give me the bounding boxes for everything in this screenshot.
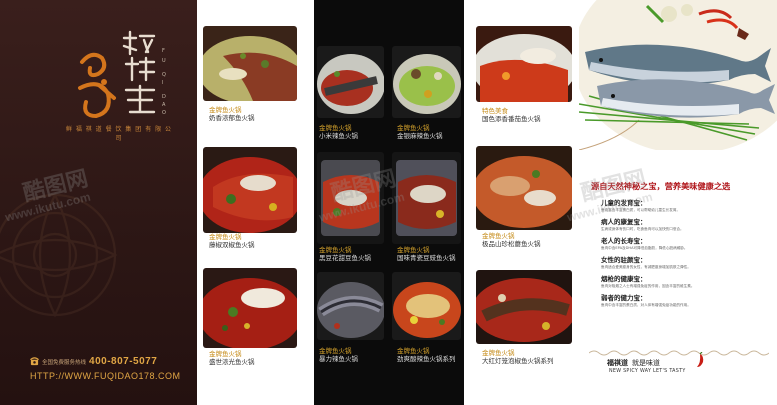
dish-caption: 金牌鱼火锅 劲爽酸辣鱼火锅系列 — [397, 347, 456, 364]
dish-caption: 金牌鱼火锅 奶香浓郁鱼火锅 — [209, 106, 255, 123]
dish-photo — [203, 268, 297, 348]
decorative-flower-pattern — [0, 192, 118, 318]
slogan-brand: 福祺道 — [607, 359, 628, 367]
svg-text:U: U — [162, 58, 166, 64]
dish-caption: 金牌鱼火锅 藤椒双椒鱼火锅 — [209, 233, 255, 250]
chili-icon — [697, 352, 704, 367]
dish-caption: 金牌鱼火锅 小米辣鱼火锅 — [319, 124, 358, 141]
benefit-item: 女性的驻颜宝： 鱼肉适合爱美瘦身的女性，有减肥瘦身增加肌肤之弹性。 — [601, 256, 691, 269]
benefit-item: 弱者的健力宝： 鱼肉中含丰富的蛋白质，对人体有增强免疫功能的作用。 — [601, 294, 691, 307]
dish-caption: 金牌鱼火锅 大红灯笼泡椒鱼火锅系列 — [482, 349, 554, 366]
brand-panel: FU QI DAO 鲜 福 祺 道 餐 饮 集 团 有 限 公 司 全国免费服务热线… — [0, 0, 197, 405]
dish-caption: 特色美食 国色添香番茄鱼火锅 — [482, 107, 541, 124]
dish-photo — [476, 270, 572, 344]
svg-text:Q: Q — [162, 72, 166, 78]
brand-subtitle: 鲜 福 祺 道 餐 饮 集 团 有 限 公 司 — [65, 126, 173, 142]
menu-panel-left: 金牌鱼火锅 奶香浓郁鱼火锅 金牌鱼火锅 藤椒双椒鱼火锅 金牌鱼火锅 盛世浓光鱼火… — [197, 0, 314, 405]
dish-photo — [392, 46, 461, 118]
hotline-row: 全国免费服务热线 400-807-5077 — [30, 356, 157, 367]
dish-photo — [317, 152, 384, 244]
menu-panel-middle: 金牌鱼火锅 小米辣鱼火锅 金牌鱼火锅 金银麻辣鱼火锅 金牌鱼火锅 黑豆花甜豆鱼火… — [314, 0, 464, 405]
wave-divider — [589, 350, 769, 356]
benefit-item: 病人的康复宝： 生病或身体有伤口时，吃食鱼肉可以加快伤口愈合。 — [601, 218, 684, 231]
dish-photo — [317, 46, 384, 118]
dish-caption: 金牌鱼火锅 金银麻辣鱼火锅 — [397, 124, 443, 141]
dish-caption: 金牌鱼火锅 极品山珍松蘑鱼火锅 — [482, 232, 541, 249]
brand-slogan: 福祺道 就是味道 — [607, 358, 660, 368]
dish-photo — [203, 26, 297, 101]
phone-icon — [30, 357, 39, 366]
svg-text:O: O — [162, 110, 166, 116]
benefit-item: 老人的长寿宝： 鱼肉中含EPA及DHA可降低血脂肪，降低心脏病威胁。 — [601, 237, 688, 250]
dish-caption: 金牌鱼火锅 国味青瓷豆豉鱼火锅 — [397, 246, 456, 263]
dish-photo — [392, 272, 461, 340]
hotline-label: 全国免费服务热线 — [42, 359, 87, 366]
svg-text:D: D — [162, 94, 166, 100]
benefit-list: 儿童的发育宝： 鱼肉富含丰富蛋白质，可以帮助幼儿童生长发育。 病人的康复宝： 生… — [601, 197, 771, 311]
dish-photo — [317, 272, 384, 340]
dish-caption: 金牌鱼火锅 暴力辣鱼火锅 — [319, 347, 358, 364]
svg-text:I: I — [162, 80, 163, 86]
dish-photo — [476, 26, 572, 102]
brand-logo-emblem: FU QI DAO — [78, 30, 166, 119]
dish-photo — [392, 152, 461, 244]
benefit-item: 儿童的发育宝： 鱼肉富含丰富蛋白质，可以帮助幼儿童生长发育。 — [601, 199, 681, 212]
dish-caption: 金牌鱼火锅 盛世浓光鱼火锅 — [209, 350, 255, 367]
dish-caption: 金牌鱼火锅 黑豆花甜豆鱼火锅 — [319, 246, 371, 263]
benefit-item: 烟枪的健康宝： 鱼肉对吸烟之人士有增强免疫的作用，因含丰富的维生素。 — [601, 275, 695, 288]
dish-photo — [476, 146, 572, 230]
info-panel: 源自天然神秘之宝，营养美味健康之选 儿童的发育宝： 鱼肉富含丰富蛋白质，可以帮助… — [579, 0, 777, 405]
svg-text:F: F — [162, 48, 165, 54]
svg-text:A: A — [162, 102, 166, 108]
fish-illustration — [579, 0, 777, 150]
menu-panel-right: 特色美食 国色添香番茄鱼火锅 金牌鱼火锅 极品山珍松蘑鱼火锅 金牌鱼火锅 大红灯… — [464, 0, 579, 405]
info-headline: 源自天然神秘之宝，营养美味健康之选 — [591, 181, 731, 191]
dish-photo — [203, 147, 297, 233]
slogan-english: NEW SPICY WAY LET'S TASTY — [609, 369, 686, 374]
slogan-tagline: 就是味道 — [632, 359, 660, 367]
website-url[interactable]: HTTP://WWW.FUQIDAO178.COM — [30, 371, 181, 381]
hotline-number[interactable]: 400-807-5077 — [89, 356, 157, 367]
